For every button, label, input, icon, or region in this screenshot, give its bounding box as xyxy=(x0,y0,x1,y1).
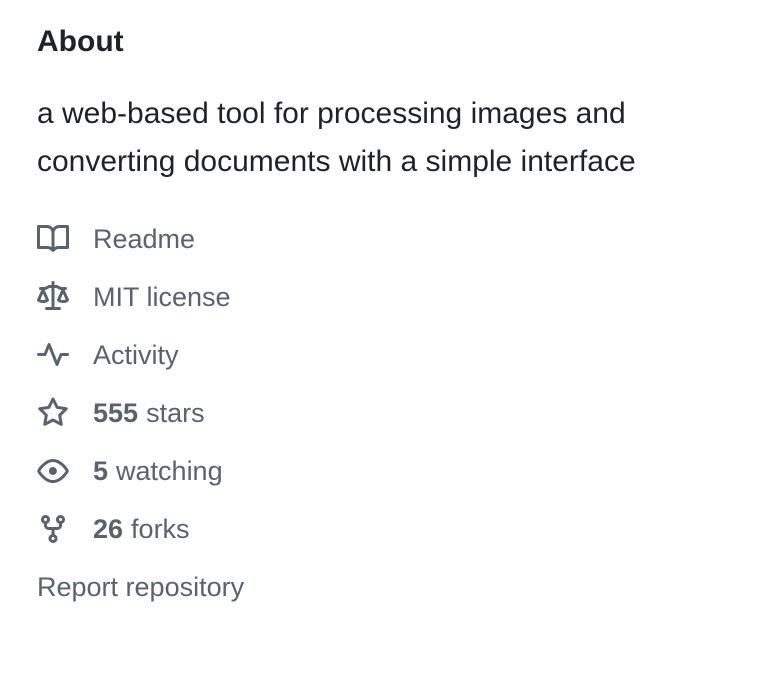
watching-link[interactable]: 5 watching xyxy=(37,442,762,500)
about-panel: About a web-based tool for processing im… xyxy=(0,0,762,688)
report-repository-link[interactable]: Report repository xyxy=(37,558,762,616)
license-link[interactable]: MIT license xyxy=(37,268,762,326)
forks-label: forks xyxy=(131,513,190,544)
readme-label: Readme xyxy=(93,223,196,254)
law-icon xyxy=(37,281,69,313)
stars-count: 555 xyxy=(93,397,139,428)
pulse-icon xyxy=(37,339,69,371)
activity-label: Activity xyxy=(93,339,179,370)
stars-link[interactable]: 555 stars xyxy=(37,384,762,442)
eye-icon xyxy=(37,455,69,487)
star-icon xyxy=(37,397,69,429)
watching-count: 5 xyxy=(93,455,109,486)
activity-link[interactable]: Activity xyxy=(37,326,762,384)
watching-label: watching xyxy=(116,455,223,486)
stars-label: stars xyxy=(146,397,205,428)
license-label: MIT license xyxy=(93,281,231,312)
readme-link[interactable]: Readme xyxy=(37,210,762,268)
repo-meta-list: Readme MIT license Activity 555 stars 5 … xyxy=(37,210,762,558)
about-heading: About xyxy=(37,25,124,58)
forks-link[interactable]: 26 forks xyxy=(37,500,762,558)
repo-forked-icon xyxy=(37,513,69,545)
repo-description: a web-based tool for processing images a… xyxy=(37,97,636,178)
book-icon xyxy=(37,223,69,255)
forks-count: 26 xyxy=(93,513,124,544)
